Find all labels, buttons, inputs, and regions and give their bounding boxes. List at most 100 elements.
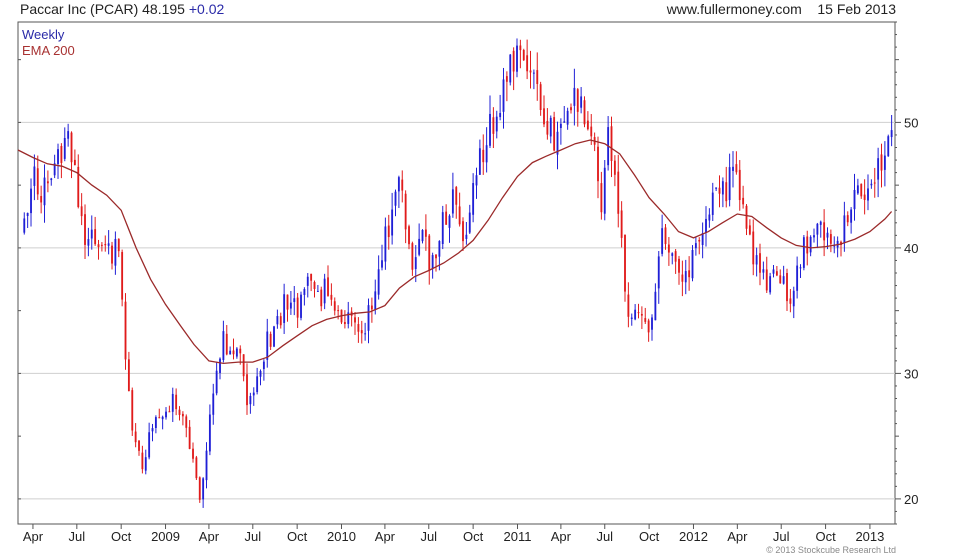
chart-source: www.fullermoney.com 15 Feb 2013 [667, 1, 896, 17]
candle-body [259, 370, 262, 377]
candle-body [30, 188, 32, 214]
candle-body [208, 414, 211, 452]
candle-body [323, 278, 326, 304]
candle-body [475, 175, 478, 186]
candle-body [158, 417, 161, 419]
candle-body [337, 310, 340, 312]
candle-body [748, 225, 751, 235]
x-tick-label-5: Jul [244, 529, 261, 544]
candle-body [330, 294, 333, 300]
candle-body [387, 225, 390, 238]
x-tick-label-4: Apr [199, 529, 220, 544]
candle-body [148, 432, 151, 458]
candle-body [445, 211, 448, 225]
candle-body [33, 166, 36, 186]
candle-body [384, 226, 387, 262]
candle-body [637, 312, 640, 314]
last-price: 48.195 [142, 1, 185, 17]
weekly-candle [198, 476, 201, 503]
candle-body [320, 289, 323, 307]
candle-body [354, 317, 356, 323]
weekly-candle [121, 249, 124, 307]
candle-body [381, 260, 383, 268]
candle-body [229, 350, 232, 355]
candle-body [269, 333, 272, 347]
candle-body [489, 113, 491, 146]
candle-body [870, 183, 873, 186]
price-change: +0.02 [188, 1, 225, 17]
x-tick-label-14: Oct [639, 529, 660, 544]
weekly-candle [300, 291, 302, 321]
candle-body [782, 276, 785, 284]
candle-body [63, 137, 66, 159]
candle-body [435, 254, 437, 259]
candle-body [580, 96, 583, 108]
candle-body [424, 229, 427, 237]
candle-body [755, 255, 758, 265]
candle-body [50, 178, 53, 181]
candle-body [813, 235, 815, 238]
candle-body [131, 390, 134, 431]
candle-body [759, 253, 761, 273]
weekly-candle [522, 48, 525, 61]
candle-body [313, 282, 316, 289]
x-tick-label-16: Apr [727, 529, 748, 544]
candle-body [289, 302, 292, 309]
candle-body [482, 149, 485, 163]
candle-body [816, 223, 819, 235]
candle-body [516, 45, 518, 72]
candle-body [603, 167, 606, 214]
candle-body [192, 448, 194, 459]
candle-body [681, 274, 684, 282]
candle-body [219, 358, 221, 373]
candle-body [786, 273, 788, 302]
candle-body [43, 177, 46, 206]
candle-body [600, 183, 603, 213]
x-tick-label-10: Oct [463, 529, 484, 544]
x-tick-label-0: Apr [23, 529, 44, 544]
price-chart: 20 30 40 50 Apr Jul Oct 2009 Apr Jul Oct 2010 Apr Jul… [17, 21, 918, 544]
candle-body [397, 177, 400, 192]
candle-body [546, 120, 549, 135]
candle-body [279, 316, 282, 326]
weekly-candle [603, 160, 606, 221]
candle-body [195, 457, 198, 479]
weekly-candle [195, 455, 198, 480]
candle-body [505, 76, 508, 82]
candle-body [539, 84, 542, 110]
legend-weekly: Weekly [22, 27, 65, 42]
candle-body [762, 269, 765, 273]
source-site: www.fullermoney.com [666, 1, 802, 17]
candle-body [185, 416, 188, 428]
candle-body [843, 215, 846, 243]
candle-body [239, 348, 242, 354]
candle-body [202, 478, 205, 500]
x-tick-label-9: Jul [420, 529, 437, 544]
candle-body [526, 55, 529, 72]
candle-body [235, 348, 238, 357]
candle-body [262, 361, 265, 370]
candle-body [188, 426, 191, 449]
candle-body [286, 294, 289, 310]
y-tick-label-20: 20 [904, 492, 918, 507]
candle-body [151, 428, 154, 432]
candle-body [154, 417, 157, 428]
candle-body [316, 290, 319, 292]
candle-body [691, 249, 694, 279]
y-tick-label-50: 50 [904, 115, 918, 130]
candle-body [455, 187, 458, 205]
weekly-candle [887, 134, 890, 157]
candle-body [708, 214, 711, 221]
candle-body [792, 290, 795, 307]
candle-body [90, 229, 93, 239]
candle-body [630, 317, 633, 319]
weekly-candle [441, 205, 444, 250]
candle-body [492, 117, 495, 134]
candle-body [212, 393, 215, 415]
candle-body [860, 183, 863, 197]
candle-body [87, 239, 90, 246]
candle-body [559, 123, 562, 129]
candle-body [883, 155, 886, 170]
x-tick-label-13: Jul [596, 529, 613, 544]
chart-date: 15 Feb 2013 [817, 1, 896, 17]
